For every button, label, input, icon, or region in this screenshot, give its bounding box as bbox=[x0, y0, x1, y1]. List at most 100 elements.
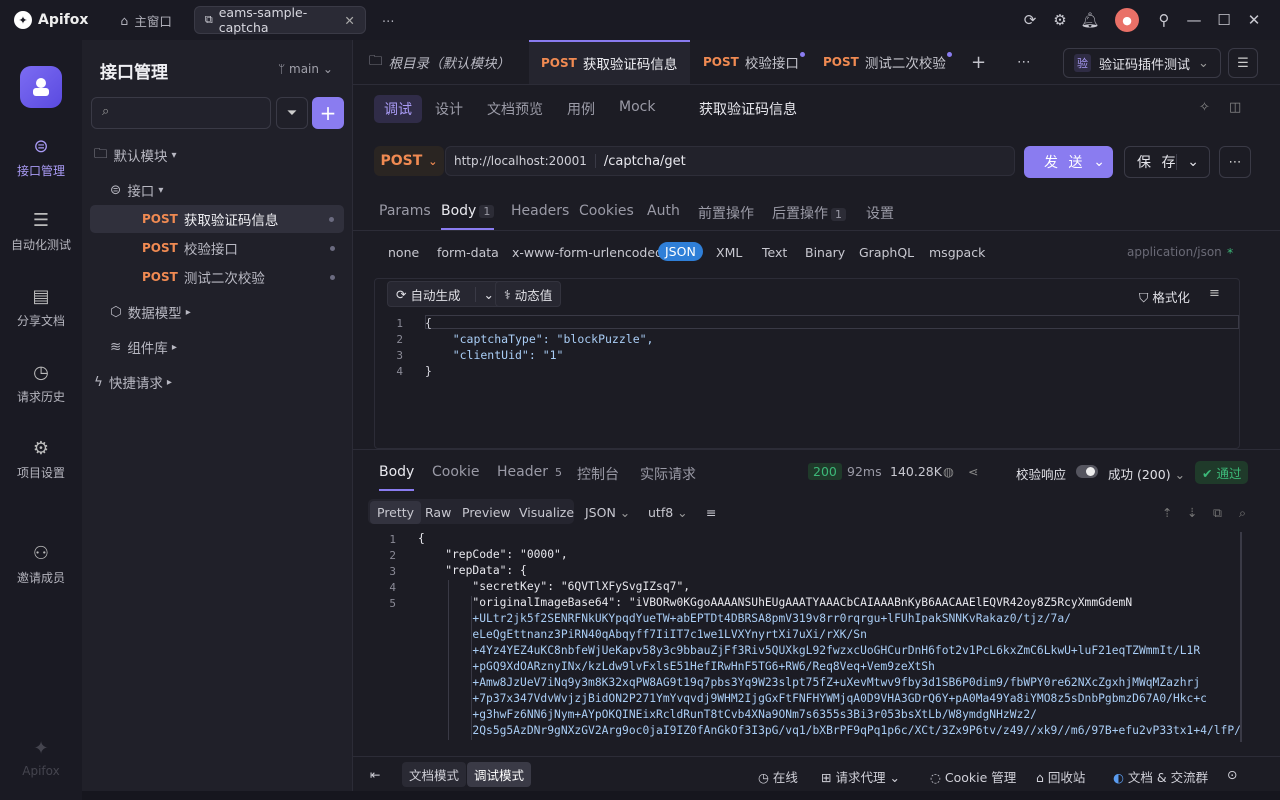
project-logo[interactable] bbox=[20, 66, 62, 108]
debug-mode-button[interactable]: 调试模式 bbox=[467, 762, 532, 787]
tree-folder-default[interactable]: 🗀︎ 默认模块 ▾ bbox=[82, 141, 353, 169]
rail-item-api[interactable]: ⊜ 接口管理 bbox=[0, 136, 82, 179]
wrap-icon[interactable]: ≡ bbox=[699, 501, 723, 524]
network-icon[interactable]: ◍ bbox=[943, 464, 954, 479]
tab-cookies[interactable]: Cookies bbox=[579, 203, 634, 219]
rail-item-invite[interactable]: ⚇ 邀请成员 bbox=[0, 543, 82, 586]
chevron-down-icon[interactable]: ⌄ bbox=[1176, 154, 1199, 170]
tab-headers[interactable]: Headers bbox=[511, 203, 569, 219]
rail-item-settings[interactable]: ⚙ 项目设置 bbox=[0, 438, 82, 481]
tab-auth[interactable]: Auth bbox=[647, 203, 680, 219]
scrollbar[interactable] bbox=[1240, 532, 1242, 742]
tab-params[interactable]: Params bbox=[379, 203, 431, 219]
subtab-mock[interactable]: Mock bbox=[619, 99, 655, 115]
request-body-editor[interactable]: ⟳ 自动生成 ⌄ ⚕ 动态值 ⛉ 格式化 ≡ 1 2 3 4 { "captchaTy… bbox=[374, 278, 1240, 449]
new-tab-icon[interactable]: + bbox=[959, 40, 998, 84]
body-type-binary[interactable]: Binary bbox=[805, 245, 845, 260]
branch-selector[interactable]: ᛘ main ⌄ bbox=[278, 62, 333, 76]
magic-icon[interactable]: ✧ bbox=[1199, 100, 1210, 115]
chevron-down-icon[interactable]: ⌄ bbox=[474, 286, 494, 302]
doc-mode-button[interactable]: 文档模式 bbox=[402, 762, 467, 787]
body-type-urlencoded[interactable]: x-www-form-urlencoded bbox=[512, 245, 663, 260]
chevron-down-icon[interactable]: ⌄ bbox=[1093, 154, 1105, 170]
notification-icon[interactable]: 🔔︎ bbox=[1076, 6, 1104, 34]
settings-icon[interactable]: ⚙ bbox=[1046, 6, 1074, 34]
upload-icon[interactable]: ⇡ bbox=[1155, 501, 1179, 524]
resp-tab-header[interactable]: Header 5 bbox=[497, 464, 566, 480]
tab-pre-ops[interactable]: 前置操作 bbox=[698, 203, 754, 223]
minimize-icon[interactable]: — bbox=[1180, 6, 1208, 34]
body-type-text[interactable]: Text bbox=[762, 245, 787, 260]
search-icon[interactable]: ⌕ bbox=[1232, 501, 1253, 525]
rail-item-history[interactable]: ◷ 请求历史 bbox=[0, 362, 82, 405]
subtab-doc-preview[interactable]: 文档预览 bbox=[487, 99, 543, 119]
method-select[interactable]: POST ⌄ bbox=[374, 146, 444, 176]
body-type-graphql[interactable]: GraphQL bbox=[859, 245, 914, 260]
window-tab-project[interactable]: ⧉ eams-sample-captcha ✕ bbox=[193, 5, 366, 35]
tree-item-get-captcha[interactable]: POST 获取验证码信息 bbox=[90, 205, 344, 233]
format-button[interactable]: ⛉ 格式化 bbox=[1139, 287, 1190, 306]
window-tab-main[interactable]: ⌂ 主窗口 bbox=[110, 6, 181, 34]
save-button[interactable]: 保 存 ⌄ bbox=[1124, 146, 1210, 178]
tab-check[interactable]: POST 校验接口 bbox=[691, 40, 811, 84]
tree-components[interactable]: ≋ 组件库 ▸ bbox=[82, 333, 353, 361]
more-options-icon[interactable]: ⋯ bbox=[1219, 146, 1251, 178]
tree-item-check[interactable]: POST 校验接口 bbox=[82, 234, 353, 262]
search-input[interactable]: ⌕ bbox=[91, 97, 271, 129]
subtab-design[interactable]: 设计 bbox=[435, 99, 463, 119]
avatar[interactable]: ● bbox=[1115, 8, 1139, 32]
menu-icon[interactable]: ☰ bbox=[1228, 48, 1258, 78]
tab-body[interactable]: Body 1 bbox=[441, 203, 495, 230]
resp-tab-actual[interactable]: 实际请求 bbox=[640, 464, 696, 484]
view-encoding-select[interactable]: utf8 ⌄ bbox=[641, 501, 695, 524]
tab-root[interactable]: 🗀︎ 根目录（默认模块） bbox=[357, 40, 522, 84]
auto-generate-button[interactable]: ⟳ 自动生成 ⌄ bbox=[387, 281, 503, 307]
download-icon[interactable]: ⇣ bbox=[1180, 501, 1204, 524]
view-raw[interactable]: Raw bbox=[418, 501, 458, 524]
more-tabs-icon[interactable]: ⋯ bbox=[1005, 40, 1043, 84]
body-type-xml[interactable]: XML bbox=[716, 245, 742, 260]
body-type-json[interactable]: JSON bbox=[658, 242, 703, 261]
resp-tab-cookie[interactable]: Cookie bbox=[432, 464, 480, 480]
more-tabs-icon[interactable]: ⋯ bbox=[372, 6, 405, 34]
body-type-msgpack[interactable]: msgpack bbox=[929, 245, 985, 260]
filter-button[interactable]: ⏷ bbox=[276, 97, 308, 129]
tab-get-captcha[interactable]: POST 获取验证码信息 bbox=[529, 40, 690, 84]
validate-result[interactable]: 成功 (200) ⌄ bbox=[1108, 464, 1185, 483]
community-button[interactable]: ◐ 文档 & 交流群 bbox=[1113, 767, 1208, 786]
collapse-sidebar-icon[interactable]: ⇤ bbox=[370, 767, 380, 782]
send-button[interactable]: 发 送 ⌄ bbox=[1024, 146, 1113, 178]
view-preview[interactable]: Preview bbox=[455, 501, 518, 524]
resp-tab-console[interactable]: 控制台 bbox=[577, 464, 619, 484]
url-input[interactable]: http://localhost:20001/captcha/get bbox=[445, 146, 1015, 176]
share-icon[interactable]: ⋖ bbox=[968, 464, 978, 479]
close-tab-icon[interactable]: ✕ bbox=[344, 13, 354, 28]
cookie-manager-button[interactable]: ◌ Cookie 管理 bbox=[930, 767, 1016, 786]
tree-folder-api[interactable]: ⊜ 接口 ▾ bbox=[82, 176, 353, 204]
splitter[interactable] bbox=[353, 449, 1280, 450]
rail-item-automation[interactable]: ☰ 自动化测试 bbox=[0, 210, 82, 253]
proxy-button[interactable]: ⊞ 请求代理 ⌄ bbox=[821, 767, 900, 786]
view-format-select[interactable]: JSON ⌄ bbox=[578, 501, 637, 524]
tab-settings[interactable]: 设置 bbox=[866, 203, 894, 223]
subtab-debug[interactable]: 调试 bbox=[374, 95, 422, 123]
tab-second-check[interactable]: POST 测试二次校验 bbox=[811, 40, 958, 84]
view-visualize[interactable]: Visualize bbox=[512, 501, 581, 524]
tree-quick-request[interactable]: ϟ 快捷请求 ▸ bbox=[82, 368, 353, 396]
validate-toggle[interactable] bbox=[1076, 465, 1098, 478]
body-type-none[interactable]: none bbox=[388, 245, 419, 260]
panel-toggle-icon[interactable]: ◫ bbox=[1229, 100, 1241, 115]
pin-icon[interactable]: ⚲ bbox=[1150, 6, 1178, 34]
maximize-icon[interactable]: ☐ bbox=[1210, 6, 1238, 34]
dynamic-value-button[interactable]: ⚕ 动态值 bbox=[495, 281, 562, 307]
tab-post-ops[interactable]: 后置操作 1 bbox=[772, 203, 846, 223]
copy-icon[interactable]: ⧉ bbox=[1206, 501, 1229, 525]
view-pretty[interactable]: Pretty bbox=[370, 501, 422, 524]
help-icon[interactable]: ⊙ bbox=[1227, 767, 1237, 782]
resp-tab-body[interactable]: Body bbox=[379, 464, 415, 491]
body-type-form-data[interactable]: form-data bbox=[437, 245, 499, 260]
tree-data-models[interactable]: ⬡ 数据模型 ▸ bbox=[82, 298, 353, 326]
subtab-cases[interactable]: 用例 bbox=[567, 99, 595, 119]
close-window-icon[interactable]: ✕ bbox=[1240, 6, 1268, 34]
recycle-bin-button[interactable]: ⌂ 回收站 bbox=[1036, 767, 1085, 786]
